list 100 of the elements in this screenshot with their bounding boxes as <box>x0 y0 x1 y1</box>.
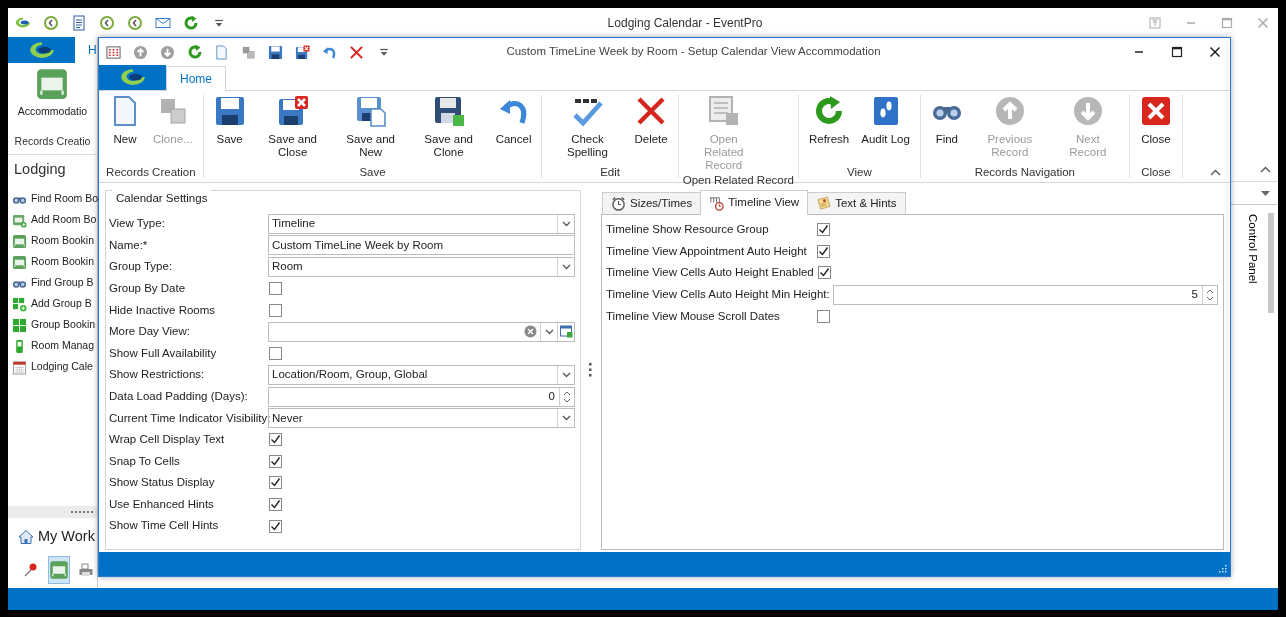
bed-icon <box>12 254 27 270</box>
refresh-icon <box>186 44 203 60</box>
panel-title: Lodging <box>13 160 67 179</box>
field-label: More Day View: <box>109 324 191 340</box>
field-label: Group By Date <box>109 280 187 296</box>
ribbon-button[interactable]: Refresh <box>802 95 856 164</box>
ribbon-button[interactable]: Find <box>924 95 969 164</box>
field-label: Timeline View Appointment Auto Height <box>606 243 808 259</box>
tab[interactable]: Text & Hints <box>807 192 906 214</box>
floppy-disk-icon <box>276 95 309 127</box>
group-caption: View <box>846 165 873 178</box>
checkbox[interactable] <box>269 303 282 317</box>
ribbon-button[interactable]: Close <box>1133 95 1178 164</box>
lookup-icon <box>559 325 573 339</box>
checkbox[interactable] <box>817 244 830 258</box>
checkmark-icon <box>818 267 830 279</box>
ribbon-button[interactable]: Save <box>207 95 252 164</box>
ribbon-button[interactable]: Check Spelling <box>546 95 629 164</box>
checkbox[interactable] <box>817 266 831 280</box>
ribbon-button[interactable]: Save and Close <box>251 95 334 164</box>
checkmark-icon <box>270 477 281 489</box>
ribbon-button[interactable]: Accommodatio <box>17 67 88 118</box>
bed-icon <box>12 233 27 249</box>
number-field[interactable]: 0 <box>268 386 575 407</box>
tab[interactable]: Sizes/Times <box>602 192 702 214</box>
checkmark-icon <box>270 455 281 467</box>
lookup-field[interactable] <box>268 321 575 342</box>
dropdown-arrow-icon <box>1260 190 1270 196</box>
splitter-grip-icon[interactable] <box>71 510 93 514</box>
field-label: Use Enhanced Hints <box>109 496 215 512</box>
nav-item[interactable]: Lodging Cale <box>8 356 99 378</box>
restore-icon <box>1149 16 1161 29</box>
close-icon <box>1209 46 1221 58</box>
clock-icon <box>127 14 143 31</box>
logo-icon <box>15 16 31 29</box>
app-menu-button[interactable] <box>8 37 75 63</box>
field-label: Hide Inactive Rooms <box>109 302 217 318</box>
field-label: Name:* <box>109 237 149 253</box>
checkbox[interactable] <box>269 476 282 490</box>
floppy-disk-icon <box>354 95 387 127</box>
field-label: View Type: <box>109 216 166 232</box>
checkbox[interactable] <box>269 454 282 468</box>
bed-icon <box>48 560 69 580</box>
checkbox[interactable] <box>269 346 282 360</box>
checkbox[interactable] <box>269 498 282 511</box>
ribbon-button[interactable]: New <box>103 95 147 164</box>
logo-icon <box>28 40 55 60</box>
checkbox[interactable] <box>269 433 282 447</box>
nav-item[interactable]: Group Bookin <box>8 314 102 336</box>
field-label: Show Time Cell Hints <box>109 518 220 534</box>
group-caption: Save <box>358 165 387 178</box>
dropdown-field[interactable]: Room <box>268 257 575 277</box>
checkmark-icon <box>818 245 829 257</box>
dropdown-field[interactable]: Never <box>268 408 575 429</box>
group-caption: Edit <box>599 165 621 178</box>
ribbon-button[interactable]: Delete <box>628 95 674 164</box>
field-label: Show Status Display <box>109 475 216 491</box>
timeline-icon <box>709 195 725 211</box>
pushpin-icon <box>22 562 39 578</box>
ribbon-button[interactable]: Audit Log <box>855 95 916 164</box>
dropdown-field[interactable]: Location/Room, Group, Global <box>268 364 575 385</box>
number-field[interactable]: 5 <box>832 284 1218 305</box>
grid-add-icon <box>12 296 27 312</box>
ribbon-tab[interactable]: Home <box>166 66 226 91</box>
maximize-icon <box>1221 16 1233 29</box>
collapse-icon <box>1209 168 1221 176</box>
ribbon-button[interactable]: Cancel <box>489 95 538 164</box>
resize-grip-icon[interactable] <box>1217 563 1227 573</box>
document-icon <box>71 14 87 31</box>
document-icon <box>707 95 740 127</box>
workspace-button[interactable]: My Work <box>8 522 101 552</box>
checkbox[interactable] <box>269 282 282 296</box>
dropdown-field[interactable]: Timeline <box>268 213 575 234</box>
app-menu-button[interactable] <box>99 65 166 90</box>
field-label: Timeline View Cells Auto Height Min Height: <box>606 286 831 302</box>
field-label: Show Full Availability <box>109 345 218 361</box>
refresh-icon <box>183 14 199 31</box>
tab[interactable]: Timeline View <box>700 190 809 215</box>
grid-squares-icon <box>12 317 27 333</box>
splitter-grip-icon[interactable] <box>589 363 592 377</box>
group-caption: Records Navigation <box>973 165 1076 178</box>
ribbon-tab[interactable]: H <box>75 41 97 59</box>
clear-icon <box>524 325 537 339</box>
undo-icon <box>322 44 337 60</box>
checkbox[interactable] <box>817 223 830 237</box>
scrollbar-thumb[interactable] <box>1268 213 1274 313</box>
field-label: Wrap Cell Display Text <box>109 432 226 448</box>
input-field[interactable]: Custom TimeLine Week by Room <box>268 235 575 256</box>
checkbox[interactable] <box>269 519 282 533</box>
field-label: Timeline Show Resource Group <box>606 222 770 238</box>
home-icon <box>18 529 34 545</box>
nav-item[interactable]: Add Group B <box>8 293 98 315</box>
close-icon <box>1139 95 1172 127</box>
collapse-icon <box>1259 165 1271 173</box>
alarm-clock-icon <box>611 196 626 211</box>
ribbon-button[interactable]: Save and New <box>333 95 408 164</box>
checkbox[interactable] <box>817 309 830 323</box>
bed-icon <box>35 67 70 101</box>
ribbon-button[interactable]: Save and Clone <box>407 95 490 164</box>
delete-icon <box>349 44 364 60</box>
